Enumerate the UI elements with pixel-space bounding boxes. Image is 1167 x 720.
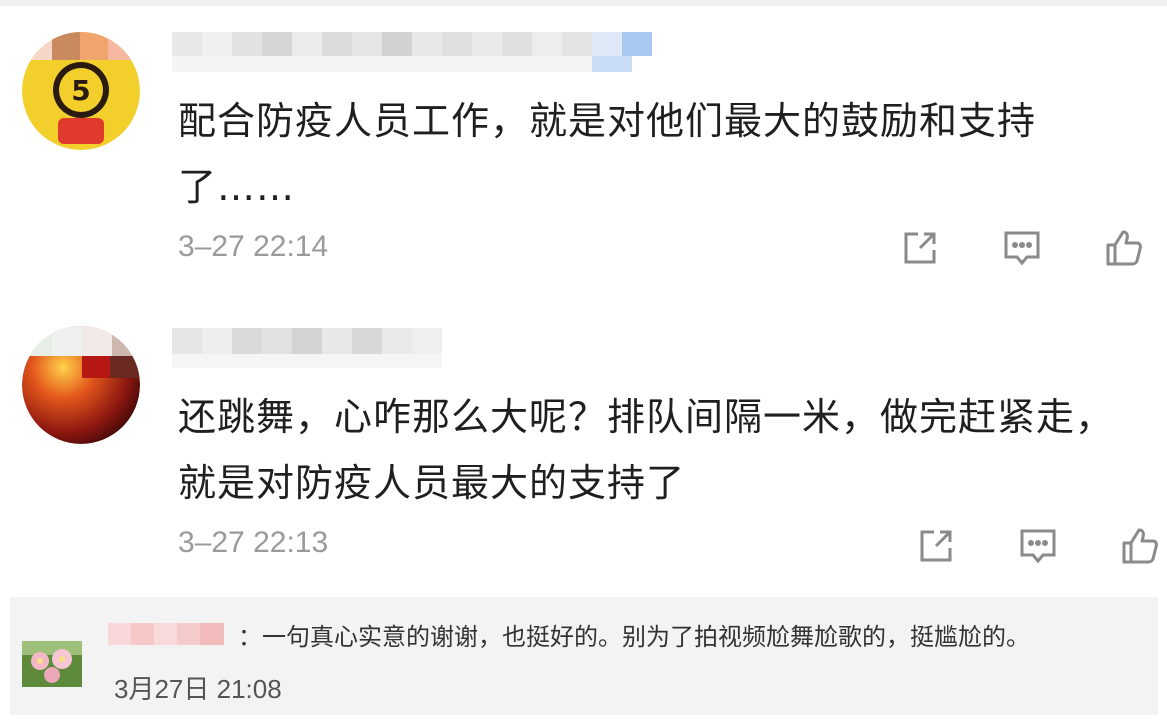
avatar[interactable] bbox=[22, 326, 140, 444]
comment-text: 配合防疫人员工作，就是对他们最大的鼓励和支持了…… bbox=[178, 99, 1037, 209]
blurred-username bbox=[172, 328, 442, 368]
avatar-image: 5 bbox=[22, 32, 140, 150]
comment-icon[interactable] bbox=[1002, 228, 1042, 268]
reply-box[interactable]: ：一句真心实意的谢谢，也挺好的。别为了拍视频尬舞尬歌的，挺尴尬的。 3月27日 … bbox=[10, 597, 1158, 715]
reply-text: ：一句真心实意的谢谢，也挺好的。别为了拍视频尬舞尬歌的，挺尴尬的。 bbox=[238, 623, 1030, 651]
comment-item: 还跳舞，心咋那么大呢？排队间隔一米，做完赶紧走，就是对防疫人员最大的支持了 3–… bbox=[0, 320, 1167, 590]
comment-actions bbox=[916, 526, 1160, 566]
thumbs-up-icon[interactable] bbox=[1104, 228, 1144, 268]
avatar-image bbox=[22, 326, 140, 444]
username-mosaic[interactable] bbox=[172, 32, 672, 72]
reply-time: 3月27日 21:08 bbox=[114, 674, 282, 704]
avatar[interactable]: 5 bbox=[22, 32, 140, 150]
thumbs-up-icon[interactable] bbox=[1120, 526, 1160, 566]
share-icon[interactable] bbox=[900, 228, 940, 268]
comment-item: 5 配合防疫人员工作，就是对他们最大的鼓励和支持了…… 3–27 22:14 bbox=[0, 20, 1167, 310]
comment-actions bbox=[900, 228, 1144, 268]
comment-text: 还跳舞，心咋那么大呢？排队间隔一米，做完赶紧走，就是对防疫人员最大的支持了 bbox=[178, 395, 1115, 505]
reply-avatar[interactable] bbox=[22, 641, 82, 687]
blurred-reply-username bbox=[108, 623, 224, 645]
comment-time: 3–27 22:13 bbox=[178, 526, 329, 559]
share-icon[interactable] bbox=[916, 526, 956, 566]
svg-text:5: 5 bbox=[71, 74, 90, 107]
comment-time: 3–27 22:14 bbox=[178, 230, 329, 263]
flower-avatar-image bbox=[22, 641, 82, 687]
blurred-username bbox=[172, 32, 652, 72]
top-divider bbox=[0, 0, 1167, 6]
reply-username-mosaic[interactable] bbox=[108, 623, 224, 645]
comment-icon[interactable] bbox=[1018, 526, 1058, 566]
username-mosaic[interactable] bbox=[172, 328, 472, 368]
